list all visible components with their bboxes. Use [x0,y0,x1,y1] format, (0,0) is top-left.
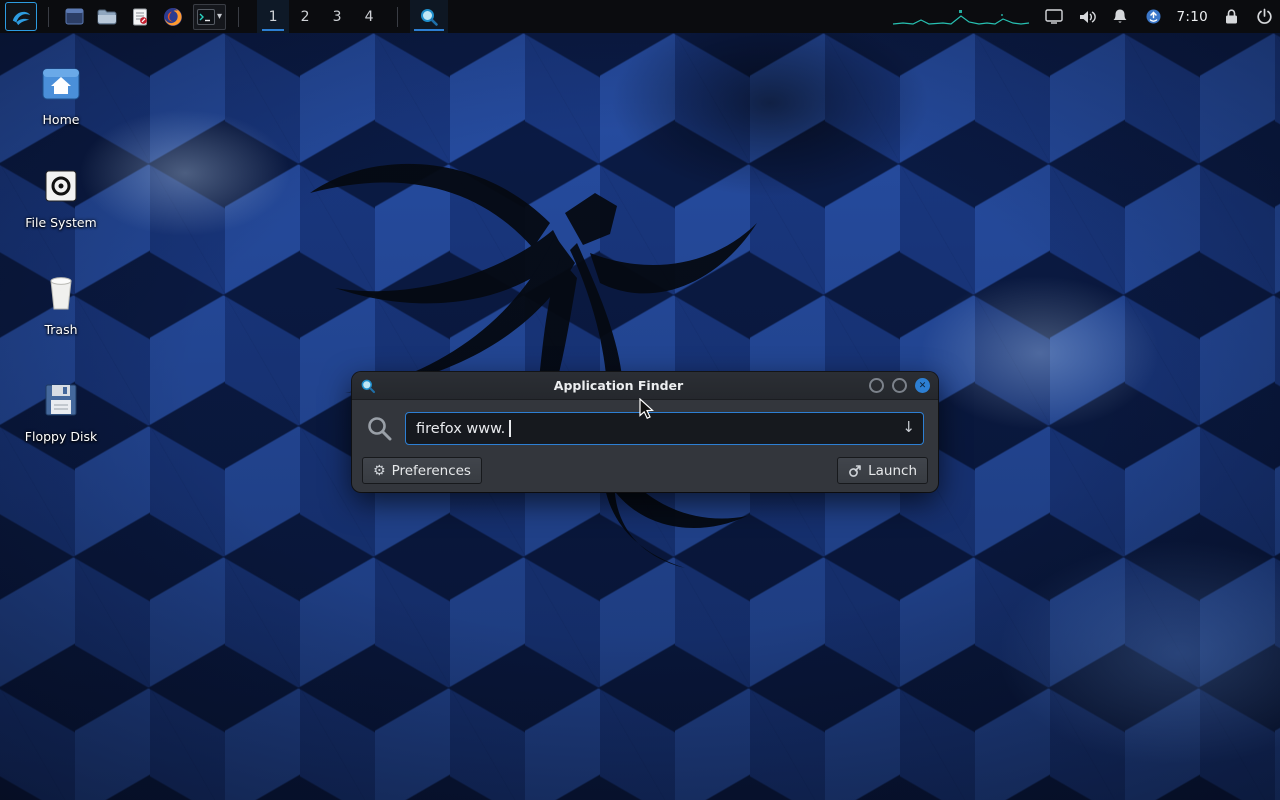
firefox-icon [163,7,183,27]
close-button[interactable]: ✕ [915,378,930,393]
terminal-icon [197,9,215,25]
text-editor-launcher[interactable] [127,4,153,30]
kali-logo-icon [10,7,32,27]
workspace-label: 2 [301,9,310,25]
actions-row: ⚙ Preferences Launch [352,445,938,484]
workspace-3[interactable]: 3 [321,0,353,33]
home-folder-icon [38,60,84,106]
separator [48,7,49,27]
gear-icon: ⚙ [373,463,386,479]
minimize-button[interactable] [869,378,884,393]
file-manager-launcher[interactable] [94,4,120,30]
volume-icon[interactable] [1077,7,1097,27]
workspace-label: 3 [333,9,342,25]
desktop-icon-home[interactable]: Home [15,60,107,127]
workspace-label: 4 [365,9,374,25]
desktop-icon-floppy-disk[interactable]: Floppy Disk [15,377,107,444]
workspace-4[interactable]: 4 [353,0,385,33]
desktop-icon-trash[interactable]: Trash [15,270,107,337]
window-app-icon [360,378,376,394]
desktop-icon-file-system[interactable]: File System [15,163,107,230]
dropdown-arrow-icon[interactable]: ↓ [902,418,915,436]
search-icon [366,415,393,442]
top-panel: ▾ 1 2 3 4 [0,0,1280,33]
trash-bin-icon [38,270,84,316]
chevron-down-icon: ▾ [217,11,222,22]
workspace-1[interactable]: 1 [257,0,289,33]
file-system-drive-icon [38,163,84,209]
window-icon [65,8,84,25]
text-editor-icon [132,8,148,26]
titlebar[interactable]: Application Finder ✕ [352,372,938,400]
applications-menu-button[interactable] [6,3,36,30]
search-input-wrap: ↓ [405,412,924,445]
screen-icon[interactable] [1044,7,1064,27]
workspace-label: 1 [269,9,278,25]
kali-dragon-art [265,108,805,578]
search-input[interactable] [405,412,924,445]
lock-icon[interactable] [1221,7,1241,27]
search-row: ↓ [352,400,938,445]
system-tray: 7:10 [891,6,1274,28]
show-desktop-button[interactable] [61,4,87,30]
workspace-switcher: 1 2 3 4 [257,0,385,33]
text-caret [509,420,511,437]
launch-label: Launch [868,463,917,479]
power-icon[interactable] [1254,7,1274,27]
maximize-button[interactable] [892,378,907,393]
panel-clock[interactable]: 7:10 [1176,9,1208,25]
workspace-2[interactable]: 2 [289,0,321,33]
floppy-disk-icon [38,377,84,423]
taskbar-application-finder[interactable] [410,0,448,33]
desktop-icon-label: Floppy Disk [15,429,107,444]
separator [238,7,239,27]
application-finder-window: Application Finder ✕ ↓ ⚙ Preferences Lau… [352,372,938,492]
application-finder-magnifier-icon [419,7,439,27]
file-manager-icon [97,9,117,25]
bell-icon[interactable] [1110,7,1130,27]
terminal-launcher-group[interactable]: ▾ [193,4,226,30]
desktop-icon-label: Home [15,112,107,127]
preferences-label: Preferences [392,463,471,479]
launch-icon [848,464,862,478]
desktop-icon-label: File System [15,215,107,230]
preferences-button[interactable]: ⚙ Preferences [362,457,482,484]
update-icon[interactable] [1143,7,1163,27]
desktop-icon-label: Trash [15,322,107,337]
launch-button[interactable]: Launch [837,457,928,484]
close-icon: ✕ [919,381,927,391]
window-title: Application Finder [376,378,861,393]
firefox-launcher[interactable] [160,4,186,30]
cpu-graph-icon[interactable] [891,6,1031,28]
separator [397,7,398,27]
panel-launchers: ▾ 1 2 3 4 [6,0,448,33]
